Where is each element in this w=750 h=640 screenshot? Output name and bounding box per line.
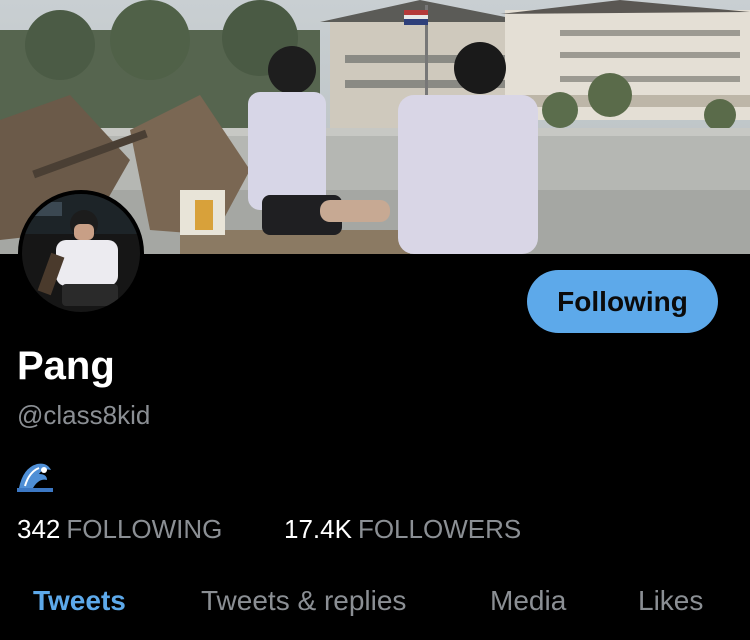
following-stat[interactable]: 342 FOLLOWING: [17, 514, 222, 545]
tab-media[interactable]: Media: [490, 585, 566, 617]
wave-emoji-icon: [17, 458, 53, 492]
profile-name: Pang: [17, 344, 115, 388]
following-button[interactable]: Following: [527, 270, 718, 333]
tab-likes[interactable]: Likes: [638, 585, 703, 617]
followers-count: 17.4K: [284, 514, 352, 544]
followers-label: FOLLOWERS: [357, 514, 522, 544]
profile-tabs: Tweets Tweets & replies Media Likes: [0, 585, 750, 630]
tab-tweets-and-replies[interactable]: Tweets & replies: [201, 585, 406, 617]
following-label: FOLLOWING: [66, 514, 223, 544]
following-count: 342: [17, 514, 61, 544]
profile-handle: @class8kid: [17, 400, 151, 430]
tab-tweets[interactable]: Tweets: [33, 585, 126, 617]
followers-stat[interactable]: 17.4K FOLLOWERS: [284, 514, 521, 545]
profile-avatar[interactable]: [18, 190, 144, 316]
